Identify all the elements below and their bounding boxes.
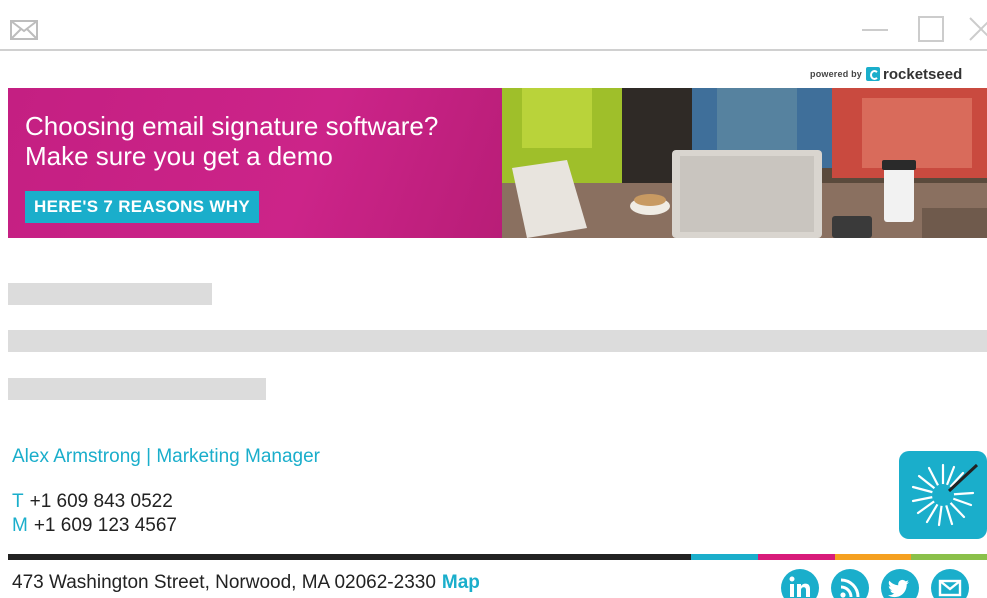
email-icon[interactable] xyxy=(931,569,969,598)
banner-photo xyxy=(502,88,987,238)
powered-by-badge[interactable]: powered by rocketseed xyxy=(810,64,962,84)
rocketseed-brand-name: rocketseed xyxy=(883,65,963,83)
placeholder-line xyxy=(8,378,266,400)
twitter-icon[interactable] xyxy=(881,569,919,598)
signature-phone[interactable]: T +1 609 843 0522 xyxy=(12,491,173,513)
titlebar-divider xyxy=(0,49,987,51)
banner-headline-line2: Make sure you get a demo xyxy=(25,141,333,171)
phone-number[interactable]: +1 609 843 0522 xyxy=(30,491,173,512)
rocketseed-logo-icon xyxy=(866,67,881,81)
signature-mobile[interactable]: M +1 609 123 4567 xyxy=(12,515,177,537)
mobile-number[interactable]: +1 609 123 4567 xyxy=(34,515,177,536)
banner-cta-button[interactable]: HERE'S 7 REASONS WHY xyxy=(25,191,259,223)
close-icon[interactable] xyxy=(968,16,987,42)
promo-banner[interactable]: Choosing email signature software? Make … xyxy=(8,88,987,238)
mobile-label: M xyxy=(12,515,28,536)
banner-headline-line1: Choosing email signature software? xyxy=(25,111,439,141)
address-text: 473 Washington Street, Norwood, MA 02062… xyxy=(12,572,436,593)
linkedin-icon[interactable] xyxy=(781,569,819,598)
sunburst-logo-icon xyxy=(911,463,979,527)
signature-name-title: Alex Armstrong | Marketing Manager xyxy=(12,446,321,467)
powered-by-text: powered by xyxy=(810,69,863,79)
social-links xyxy=(781,569,981,598)
placeholder-line xyxy=(8,330,987,352)
maximize-icon[interactable] xyxy=(918,16,944,42)
color-bar-segment xyxy=(835,554,911,560)
window-titlebar xyxy=(0,0,987,50)
color-bar-segment xyxy=(8,554,691,560)
signature-color-bar xyxy=(8,554,987,560)
minimize-icon[interactable] xyxy=(862,24,888,36)
phone-label: T xyxy=(12,491,24,512)
color-bar-segment xyxy=(758,554,835,560)
rss-icon[interactable] xyxy=(831,569,869,598)
mail-icon xyxy=(10,20,38,40)
company-logo[interactable] xyxy=(899,451,987,539)
banner-headline: Choosing email signature software? Make … xyxy=(25,111,505,171)
color-bar-segment xyxy=(691,554,758,560)
placeholder-line xyxy=(8,283,212,305)
map-link[interactable]: Map xyxy=(442,572,480,593)
signature-address: 473 Washington Street, Norwood, MA 02062… xyxy=(12,572,480,594)
color-bar-segment xyxy=(911,554,987,560)
